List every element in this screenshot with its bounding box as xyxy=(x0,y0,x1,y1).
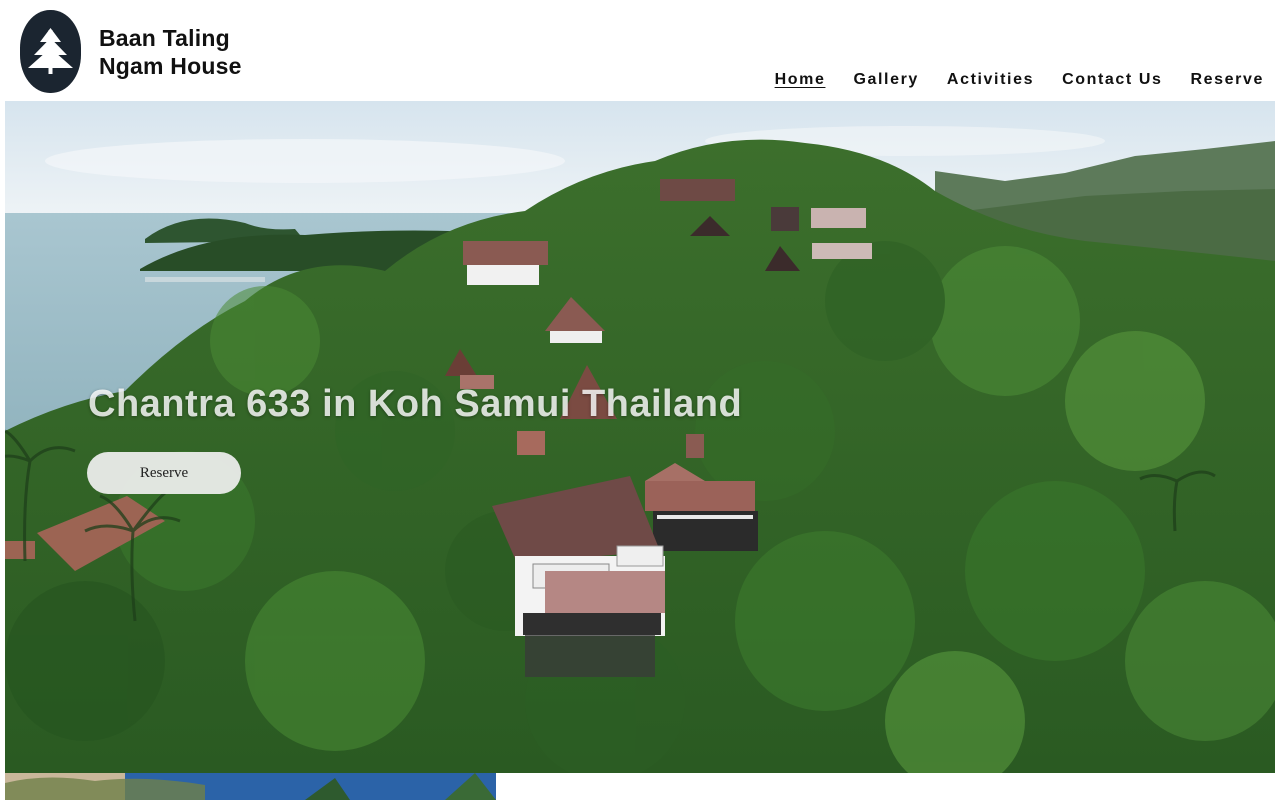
nav-activities-link[interactable]: Activities xyxy=(947,69,1034,91)
brand-name-line2: Ngam House xyxy=(99,53,242,79)
gallery-preview-image[interactable] xyxy=(5,773,496,800)
brand-name-line1: Baan Taling xyxy=(99,25,230,51)
nav-reserve-link[interactable]: Reserve xyxy=(1191,69,1264,91)
gallery-preview-art xyxy=(5,773,496,800)
nav-gallery-link[interactable]: Gallery xyxy=(853,69,918,91)
hero-image xyxy=(5,101,1275,773)
hero-title: Chantra 633 in Koh Samui Thailand xyxy=(88,383,743,425)
hero-section: Chantra 633 in Koh Samui Thailand Reserv… xyxy=(5,101,1275,773)
hero-reserve-button[interactable]: Reserve xyxy=(87,452,241,494)
pine-tree-icon[interactable] xyxy=(20,10,81,93)
main-nav: Home Gallery Activities Contact Us Reser… xyxy=(747,69,1264,91)
brand-name[interactable]: Baan Taling Ngam House xyxy=(99,24,242,80)
nav-contact-link[interactable]: Contact Us xyxy=(1062,69,1162,91)
site-header: Baan Taling Ngam House Home Gallery Acti… xyxy=(0,0,1280,101)
nav-home-link[interactable]: Home xyxy=(775,69,826,91)
